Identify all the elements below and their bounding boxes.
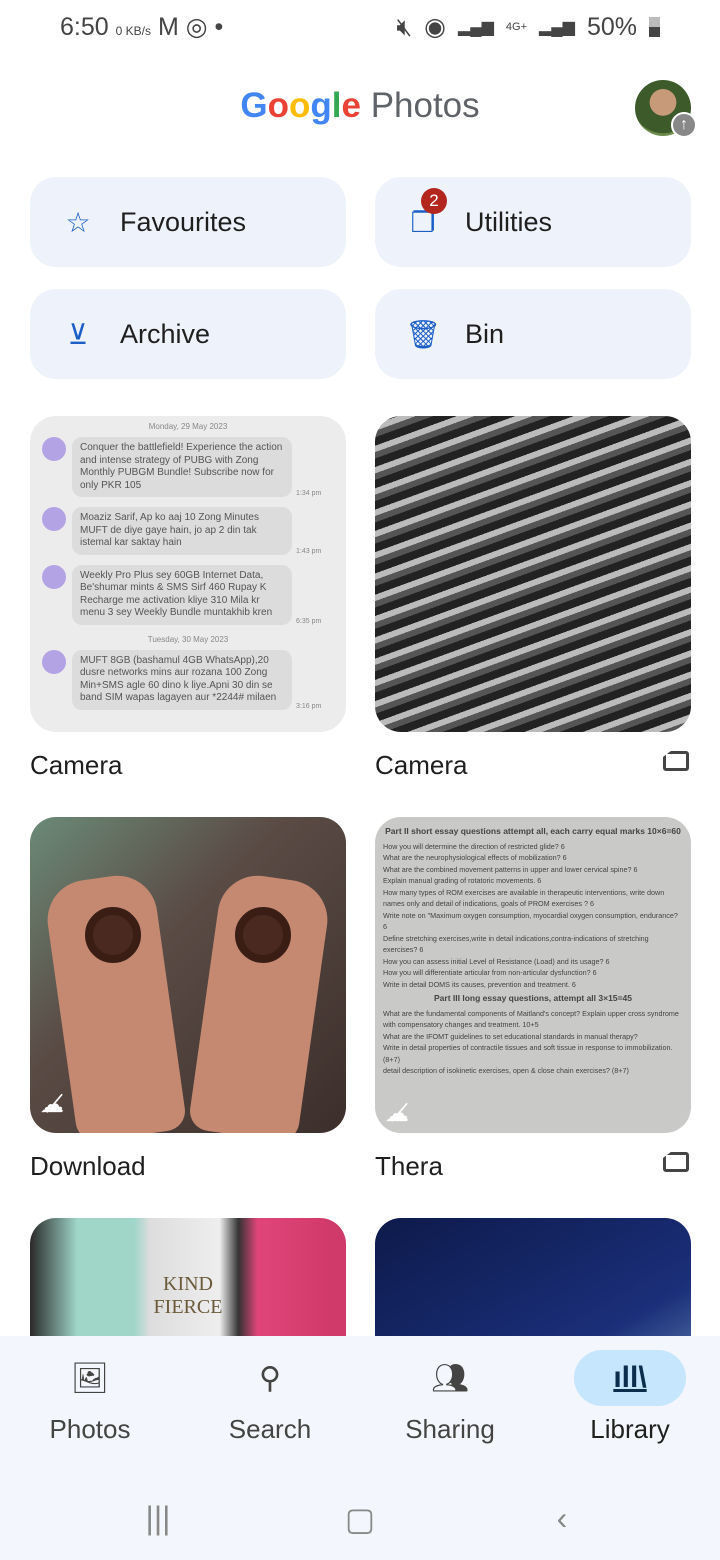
paper-line: What are the neurophysiological effects … bbox=[383, 853, 567, 862]
paper-line: How you can assess initial Level of Resi… bbox=[383, 956, 610, 966]
paper-line: How many types of ROM exercises are avai… bbox=[383, 887, 665, 909]
home-button[interactable]: ▢ bbox=[330, 1500, 390, 1538]
archive-icon: ⊻ bbox=[67, 318, 89, 350]
utilities-button[interactable]: ❐ 2 Utilities bbox=[375, 177, 691, 267]
app-title: Google Photos bbox=[240, 86, 480, 125]
sd-card-icon bbox=[663, 1152, 689, 1172]
album-label[interactable]: Camera bbox=[375, 750, 467, 781]
paper-line: What are the fundamental components of M… bbox=[383, 1008, 679, 1030]
battery-icon bbox=[649, 17, 660, 37]
signal-icon: ▂▄▆ bbox=[457, 19, 494, 36]
favourites-button[interactable]: ☆ Favourites bbox=[30, 177, 346, 267]
paper-line: Write in detail properties of contractil… bbox=[383, 1043, 673, 1064]
nav-photos[interactable]: 🖼︎ Photos bbox=[10, 1350, 170, 1445]
people-icon: 👥︎ bbox=[430, 1361, 470, 1395]
clock: 6:50 bbox=[60, 13, 109, 41]
album-thumbnail-thera[interactable]: Part II short essay questions attempt al… bbox=[375, 817, 691, 1133]
net-speed: 0 KB/s bbox=[115, 24, 151, 38]
album-thumbnail-camera[interactable]: Monday, 29 May 2023 Conquer the battlefi… bbox=[30, 416, 346, 732]
cloud-off-icon: ☁̸ bbox=[385, 1099, 409, 1127]
album-label[interactable]: Thera bbox=[375, 1151, 443, 1182]
album-label[interactable]: Download bbox=[30, 1151, 146, 1182]
battery-level: 50% bbox=[586, 12, 637, 41]
mute-icon: 🔇︎ bbox=[396, 12, 413, 41]
account-avatar[interactable]: ↑ bbox=[635, 80, 697, 138]
bin-button[interactable]: 🗑︎ Bin bbox=[375, 289, 691, 379]
sd-card-icon bbox=[663, 751, 689, 771]
paper-line: How you will differentiate articular fro… bbox=[383, 968, 597, 977]
nav-sharing[interactable]: 👥︎ Sharing bbox=[370, 1350, 530, 1445]
album-label[interactable]: Camera bbox=[30, 750, 122, 781]
sms-message: Conquer the battlefield! Experience the … bbox=[42, 437, 334, 497]
back-button[interactable]: ‹ bbox=[532, 1500, 592, 1537]
recents-button[interactable]: ||| bbox=[128, 1500, 188, 1537]
gmail-icon: M bbox=[157, 13, 179, 41]
sms-message: Weekly Pro Plus sey 60GB Internet Data, … bbox=[42, 564, 334, 625]
paper-line: detail description of isokinetic exercis… bbox=[383, 1066, 629, 1075]
star-icon: ☆ bbox=[65, 206, 91, 238]
trash-icon: 🗑︎ bbox=[405, 318, 441, 350]
paper-line: Define stretching exercises,write in det… bbox=[383, 933, 649, 955]
album-thumbnail-download[interactable]: ☁̸ bbox=[30, 817, 346, 1133]
search-icon: ⚲ bbox=[259, 1361, 281, 1395]
nav-library[interactable]: ıll\ Library bbox=[550, 1350, 710, 1445]
paper-line: What are the combined movement patterns … bbox=[383, 864, 638, 874]
status-bar: 6:50 0 KB/s M ◎ • 🔇︎ ◉ ▂▄▆ 4G+ ▂▄▆ 50% bbox=[0, 0, 720, 55]
paper-line: Write in detail DOMS its causes, prevent… bbox=[383, 979, 576, 989]
hotspot-icon: ◉ bbox=[424, 13, 446, 41]
google-logo: Google bbox=[240, 86, 361, 125]
paper-line: What are the IFOMT guidelines to set edu… bbox=[383, 1031, 638, 1041]
dot-icon: • bbox=[214, 13, 224, 41]
sms-message: MUFT 8GB (bashamul 4GB WhatsApp),20 dusr… bbox=[42, 649, 334, 710]
cloud-off-icon: ☁̸ bbox=[40, 1091, 64, 1118]
instagram-icon: ◎ bbox=[185, 13, 208, 41]
paper-line: Write note on "Maximum oxygen consumptio… bbox=[383, 910, 678, 932]
paper-line: How you will determine the direction of … bbox=[383, 841, 565, 851]
sms-message: Moaziz Sarif, Ap ko aaj 10 Zong Minutes … bbox=[42, 507, 334, 555]
backup-upload-icon: ↑ bbox=[671, 112, 697, 138]
utilities-icon: ❐ 2 bbox=[403, 187, 447, 239]
archive-button[interactable]: ⊻ Archive bbox=[30, 289, 346, 379]
network-type: 4G+ bbox=[505, 21, 527, 33]
notification-badge: 2 bbox=[421, 187, 447, 214]
paper-line: Explain manual grading of rotatoric move… bbox=[383, 876, 542, 885]
photo-icon: 🖼︎ bbox=[70, 1361, 110, 1395]
nav-search[interactable]: ⚲ Search bbox=[190, 1350, 350, 1445]
library-icon: ıll\ bbox=[574, 1350, 686, 1406]
album-thumbnail-camera-sd[interactable] bbox=[375, 416, 691, 732]
signal-icon: ▂▄▆ bbox=[539, 19, 575, 36]
